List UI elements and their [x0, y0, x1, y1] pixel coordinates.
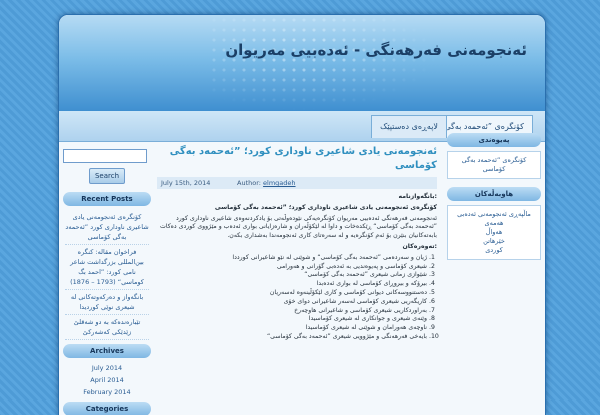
post-author: Author: elmgadeh: [237, 177, 296, 189]
topic-item: بایەخی فەرهەنگی و مێژوویی شیعری ”ئەحمەد …: [157, 333, 427, 342]
post-body: :بانگەوازنامە کۆنگرەی ئەنجومەنی یادی شاع…: [157, 193, 437, 342]
archive-link[interactable]: April 2014: [65, 374, 149, 386]
recent-post-link[interactable]: تێبارەندەکە بە دو شەقلێ زێدێکی کەشەرکێ: [65, 315, 149, 340]
post-title[interactable]: ئەنجومەنی یادی شاعیری ناوداری کورد؛ ”ئەح…: [157, 145, 437, 173]
recent-post-link[interactable]: فراخوان مقاله: کنگره بین‌المللی بزرگداشت…: [65, 245, 149, 290]
post-date: July 15th, 2014: [161, 179, 211, 187]
categories-heading: Categories: [63, 402, 151, 415]
archive-link[interactable]: July 2014: [65, 362, 149, 374]
page-wrapper: ئەنجومەنی فەرهەنگی - ئەدەبیی مەریوان کۆن…: [58, 14, 546, 415]
post-meta: July 15th, 2014 Author: elmgadeh: [157, 177, 437, 189]
post-subheading: کۆنگرەی ئەنجومەنی یادی شاعیری ناوداری کو…: [214, 203, 437, 211]
recent-posts-list: کۆنگرەی ئەنجومەنی یادی شاعیری ناوداری کو…: [63, 210, 151, 340]
about-box: کۆنگرەی ”ئەحمەد بەگی کۆماسی: [447, 151, 541, 179]
nav-tab-home[interactable]: لاپەڕەی دەستپێک: [371, 115, 447, 138]
search-input[interactable]: [63, 149, 147, 163]
post-heading-line: :بانگەوازنامە: [398, 193, 437, 200]
topic-item: ژیان و سەردەمی ”ئەحمەد بەگی کۆماسی“ و شو…: [157, 254, 427, 263]
sidebar-link[interactable]: خێرهاتن: [451, 237, 537, 246]
site-title[interactable]: ئەنجومەنی فەرهەنگی - ئەدەبیی مەریوان: [225, 41, 527, 59]
topic-item: بیرۆکە و بیروڕای کۆماسی لە بواری ئەدەبدا: [157, 280, 427, 289]
topic-item: بەراوردکاریی شیعری کۆماسی و شاعیرانی هاو…: [157, 307, 427, 316]
topics-label: :تەوەرەکان: [402, 242, 437, 250]
recent-post-link[interactable]: کۆنگرەی ئەنجومەنی یادی شاعیری ناوداری کو…: [65, 210, 149, 245]
sidebar-link[interactable]: ماڵپەڕی ئەنجومەنی ئەدەبی: [451, 210, 537, 219]
author-link[interactable]: elmgadeh: [263, 179, 296, 187]
search-button[interactable]: Search: [89, 168, 125, 184]
main-content: ئەنجومەنی یادی شاعیری ناوداری کورد؛ ”ئەح…: [157, 145, 437, 342]
topic-item: دەستنووسەکانی دیوانی کۆماسی و کاری لێکۆڵ…: [157, 289, 427, 298]
links-box: ماڵپەڕی ئەنجومەنی ئەدەبی هەمەی هەواڵ خێر…: [447, 205, 541, 260]
right-sidebar: پەیوەندی کۆنگرەی ”ئەحمەد بەگی کۆماسی هاو…: [447, 133, 541, 268]
about-heading: پەیوەندی: [447, 133, 541, 147]
topic-item: وێنەی شیعری و جوانکاری لە شیعری کۆماسیدا: [157, 315, 427, 324]
archives-list: July 2014 April 2014 February 2014: [63, 362, 151, 398]
post-intro: ئەنجومەنی فەرهەنگی ئەدەبیی مەریوان کۆنگر…: [160, 214, 437, 240]
author-label: Author:: [237, 179, 261, 187]
sidebar-link[interactable]: کوردی: [451, 246, 537, 255]
recent-posts-heading: Recent Posts: [63, 192, 151, 206]
recent-post-link[interactable]: بانگەواز و دەرکەوتەکانی لە شیعری نوێی کو…: [65, 290, 149, 315]
sidebar-link[interactable]: هەواڵ: [451, 228, 537, 237]
topics-list: ژیان و سەردەمی ”ئەحمەد بەگی کۆماسی“ و شو…: [157, 254, 437, 342]
topic-item: شێوازی زمانی شیعری ”ئەحمەد بەگی کۆماسی“: [157, 271, 427, 280]
links-list: ماڵپەڕی ئەنجومەنی ئەدەبی هەمەی هەواڵ خێر…: [451, 210, 537, 255]
sidebar-link[interactable]: هەمەی: [451, 219, 537, 228]
topic-item: کاریگەریی شیعری کۆماسی لەسەر شاعیرانی دو…: [157, 298, 427, 307]
topic-item: ناوچەی هەورامان و شوێنی لە شیعری کۆماسید…: [157, 324, 427, 333]
about-link[interactable]: کۆنگرەی ”ئەحمەد بەگی کۆماسی: [462, 156, 527, 173]
links-heading: هاوبەڵەکان: [447, 187, 541, 201]
archive-link[interactable]: February 2014: [65, 386, 149, 398]
archives-heading: Archives: [63, 344, 151, 358]
left-sidebar: Search Recent Posts کۆنگرەی ئەنجومەنی یا…: [63, 149, 151, 415]
site-header: ئەنجومەنی فەرهەنگی - ئەدەبیی مەریوان: [59, 15, 545, 111]
